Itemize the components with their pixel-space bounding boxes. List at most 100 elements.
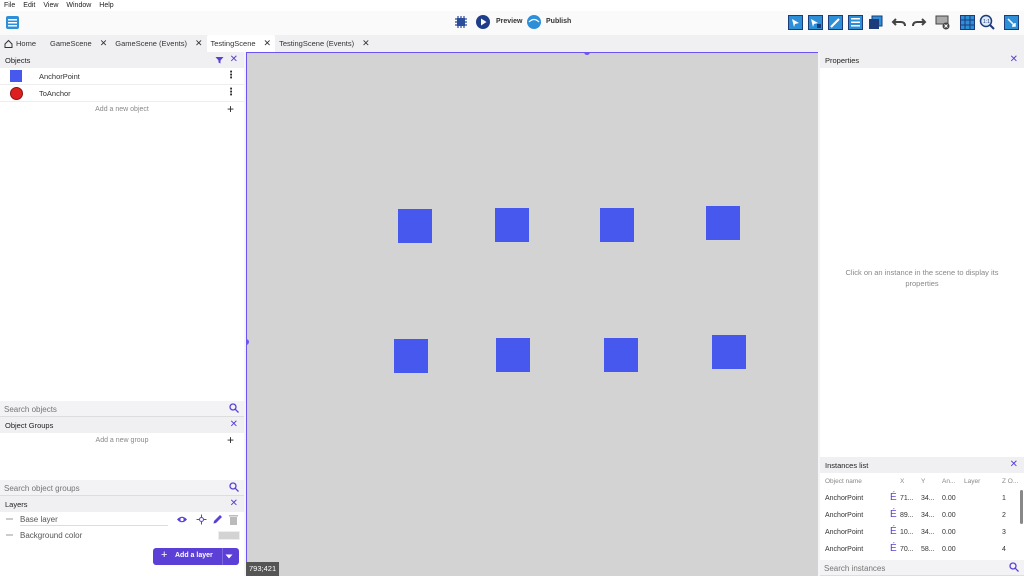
plus-icon: + bbox=[161, 549, 168, 561]
eye-icon[interactable] bbox=[176, 515, 188, 524]
delete-selection-icon[interactable] bbox=[935, 14, 951, 30]
properties-toggle-icon[interactable] bbox=[827, 14, 843, 30]
object-item-toanchor[interactable]: ToAnchor ⋮ bbox=[0, 85, 244, 102]
search-icon[interactable] bbox=[1009, 562, 1019, 572]
anchorpoint-instance[interactable] bbox=[496, 338, 530, 372]
plus-icon[interactable]: + bbox=[227, 102, 234, 116]
edit-instance-icon[interactable]: É bbox=[890, 509, 897, 520]
close-icon[interactable]: ✕ bbox=[362, 38, 370, 49]
background-color-swatch[interactable] bbox=[218, 531, 240, 540]
scene-resize-handle-left[interactable] bbox=[246, 339, 249, 345]
search-icon[interactable] bbox=[229, 482, 239, 492]
anchorpoint-instance[interactable] bbox=[495, 208, 529, 242]
undo-icon[interactable] bbox=[891, 14, 907, 30]
project-manager-icon[interactable] bbox=[4, 14, 20, 30]
plus-icon[interactable]: + bbox=[227, 433, 234, 447]
trash-icon[interactable] bbox=[229, 514, 238, 525]
search-icon[interactable] bbox=[229, 403, 239, 413]
column-layer[interactable]: Layer bbox=[964, 478, 980, 485]
menu-edit[interactable]: Edit bbox=[23, 2, 35, 9]
layer-row-base[interactable]: Base layer bbox=[0, 512, 244, 527]
edit-instance-icon[interactable]: É bbox=[890, 526, 897, 537]
anchorpoint-instance[interactable] bbox=[600, 208, 634, 242]
tab-bar: Home GameScene ✕ GameScene (Events) ✕ Test… bbox=[0, 35, 1024, 52]
anchorpoint-instance[interactable] bbox=[712, 335, 746, 369]
layer-row-background[interactable]: Background color bbox=[0, 527, 244, 543]
table-row[interactable]: AnchorPoint É 71... 34... 0.00 1 bbox=[820, 490, 1024, 507]
close-icon[interactable]: ✕ bbox=[100, 38, 108, 49]
search-objects-input[interactable] bbox=[4, 403, 224, 415]
column-object-name[interactable]: Object name bbox=[825, 478, 862, 485]
more-options-icon[interactable]: ⋮ bbox=[226, 70, 236, 81]
chevron-down-icon[interactable] bbox=[225, 554, 233, 559]
anchorpoint-instance[interactable] bbox=[398, 209, 432, 243]
properties-body: Click on an instance in the scene to dis… bbox=[820, 68, 1024, 456]
layers-toggle-icon[interactable] bbox=[867, 14, 883, 30]
edit-instance-icon[interactable]: É bbox=[890, 543, 897, 554]
left-panel: Objects ✕ AnchorPoint ⋮ ToAnchor ⋮ Add a… bbox=[0, 52, 244, 576]
edit-icon[interactable] bbox=[212, 514, 223, 525]
close-icon[interactable]: ✕ bbox=[230, 54, 238, 65]
column-x[interactable]: X bbox=[900, 478, 904, 485]
close-icon[interactable]: ✕ bbox=[264, 38, 272, 49]
filter-icon[interactable] bbox=[215, 56, 224, 64]
tab-gamescene[interactable]: GameScene ✕ bbox=[46, 35, 111, 52]
table-row[interactable]: AnchorPoint É 89... 34... 0.00 2 bbox=[820, 507, 1024, 524]
close-icon[interactable]: ✕ bbox=[230, 498, 238, 509]
scrollbar[interactable] bbox=[1020, 490, 1023, 524]
blue-square-icon bbox=[10, 70, 22, 82]
scene-resize-handle-top[interactable] bbox=[584, 52, 590, 55]
publish-button[interactable]: Publish bbox=[546, 18, 571, 25]
more-options-icon[interactable]: ⋮ bbox=[226, 87, 236, 98]
objects-panel-toggle-icon[interactable] bbox=[787, 14, 803, 30]
column-y[interactable]: Y bbox=[921, 478, 925, 485]
tab-home[interactable]: Home bbox=[0, 35, 40, 52]
scene-canvas[interactable]: 793;421 bbox=[246, 52, 818, 576]
menu-help[interactable]: Help bbox=[99, 2, 113, 9]
divider bbox=[20, 525, 168, 526]
preview-icon[interactable] bbox=[475, 14, 491, 30]
anchorpoint-instance[interactable] bbox=[394, 339, 428, 373]
add-layer-button[interactable]: + Add a layer bbox=[153, 548, 239, 565]
base-layer-label[interactable]: Base layer bbox=[20, 515, 58, 524]
add-object-row[interactable]: Add a new object + bbox=[0, 102, 244, 118]
menu-file[interactable]: File bbox=[4, 2, 15, 9]
instances-list-toggle-icon[interactable] bbox=[847, 14, 863, 30]
anchorpoint-instance[interactable] bbox=[706, 206, 740, 240]
tab-testingscene[interactable]: TestingScene ✕ bbox=[206, 35, 276, 52]
close-icon[interactable]: ✕ bbox=[1010, 459, 1018, 470]
effects-icon[interactable] bbox=[196, 514, 207, 525]
debugger-icon[interactable] bbox=[453, 14, 469, 30]
tab-testingscene-events[interactable]: TestingScene (Events) ✕ bbox=[275, 35, 374, 52]
object-groups-panel-title: Object Groups bbox=[5, 420, 54, 430]
preview-button[interactable]: Preview bbox=[496, 18, 522, 25]
redo-icon[interactable] bbox=[911, 14, 927, 30]
search-instances-input[interactable] bbox=[824, 562, 1024, 574]
table-row[interactable]: AnchorPoint É 70... 58... 0.00 4 bbox=[820, 541, 1024, 558]
anchorpoint-instance[interactable] bbox=[604, 338, 638, 372]
properties-panel-title: Properties bbox=[825, 55, 860, 65]
publish-icon[interactable] bbox=[526, 14, 542, 30]
add-group-row[interactable]: Add a new group + bbox=[0, 433, 244, 449]
close-icon[interactable]: ✕ bbox=[230, 419, 238, 430]
edit-instance-icon[interactable]: É bbox=[890, 492, 897, 503]
column-angle[interactable]: An... bbox=[942, 478, 955, 485]
close-icon[interactable]: ✕ bbox=[195, 38, 203, 49]
zoom-icon[interactable]: 1:1 bbox=[979, 14, 995, 30]
table-row[interactable]: AnchorPoint É 10... 34... 0.00 3 bbox=[820, 524, 1024, 541]
objects-panel-header: Objects ✕ bbox=[0, 52, 244, 68]
properties-empty-message: Click on an instance in the scene to dis… bbox=[845, 268, 999, 288]
search-groups-input[interactable] bbox=[4, 482, 224, 494]
tab-gamescene-events[interactable]: GameScene (Events) ✕ bbox=[111, 35, 206, 52]
object-item-anchorpoint[interactable]: AnchorPoint ⋮ bbox=[0, 68, 244, 85]
column-z-order[interactable]: Z O... bbox=[1002, 478, 1018, 485]
instances-table-header: Object name X Y An... Layer Z O... bbox=[820, 473, 1024, 489]
scene-border bbox=[246, 52, 818, 53]
menu-window[interactable]: Window bbox=[66, 2, 91, 9]
drag-handle-icon[interactable] bbox=[6, 518, 13, 520]
scene-editor-icon[interactable] bbox=[1003, 14, 1019, 30]
grid-icon[interactable] bbox=[959, 14, 975, 30]
menu-view[interactable]: View bbox=[43, 2, 58, 9]
object-groups-toggle-icon[interactable] bbox=[807, 14, 823, 30]
close-icon[interactable]: ✕ bbox=[1010, 54, 1018, 65]
